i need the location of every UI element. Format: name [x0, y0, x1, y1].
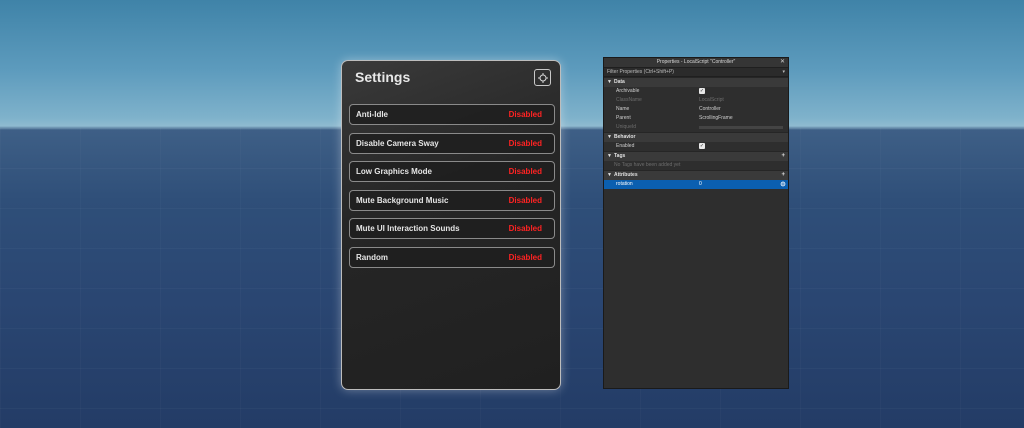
property-key: ClassName [616, 97, 642, 103]
attribute-value[interactable]: 0 [699, 180, 702, 189]
property-key: Archivable [616, 88, 640, 94]
properties-titlebar[interactable]: Properties - LocalScript "Controller" ✕ [604, 58, 788, 68]
setting-status: Disabled [508, 110, 542, 119]
add-tag-icon[interactable]: + [781, 152, 785, 161]
collapse-triangle-icon[interactable]: ▼ [607, 171, 612, 180]
property-row-parent[interactable]: Parent ScrollingFrame [604, 114, 788, 123]
section-label: Tags [614, 153, 626, 159]
filter-placeholder: Filter Properties (Ctrl+Shift+P) [607, 69, 674, 75]
properties-window: Properties - LocalScript "Controller" ✕ … [603, 57, 789, 389]
setting-label: Low Graphics Mode [356, 167, 433, 176]
collapse-triangle-icon[interactable]: ▼ [607, 78, 612, 87]
setting-label: Random [356, 252, 388, 262]
add-attribute-icon[interactable]: + [781, 171, 785, 180]
gear-icon[interactable] [780, 181, 786, 187]
settings-list: Anti-Idle Disabled Disable Camera Sway D… [349, 104, 555, 275]
archivable-checkbox[interactable]: ✓ [699, 88, 705, 94]
setting-status: Disabled [508, 167, 542, 176]
setting-toggle-low-graphics-mode[interactable]: Low Graphics Mode Disabled [349, 161, 555, 182]
section-label: Behavior [614, 134, 636, 140]
setting-label: Mute UI Interaction Sounds [356, 224, 460, 233]
section-data[interactable]: ▼ Data [604, 77, 788, 87]
property-key: Enabled [616, 143, 635, 149]
property-row-archivable[interactable]: Archivable ✓ [604, 87, 788, 96]
crosshair-button[interactable] [534, 69, 551, 86]
attribute-row-rotation[interactable]: rotation 0 [604, 180, 788, 189]
property-row-enabled[interactable]: Enabled ✓ [604, 142, 788, 151]
section-behavior[interactable]: ▼ Behavior [604, 132, 788, 142]
setting-toggle-mute-ui-sounds[interactable]: Mute UI Interaction Sounds Disabled [349, 218, 555, 239]
setting-status: Disabled [508, 195, 542, 205]
property-value[interactable]: ScrollingFrame [699, 114, 733, 123]
property-row-uniqueid: UniqueId [604, 123, 788, 132]
settings-panel: Settings Anti-Idle Disabled Disable Came… [341, 60, 561, 390]
setting-toggle-random[interactable]: Random Disabled [349, 246, 555, 268]
property-value: LocalScript [699, 97, 724, 103]
setting-status: Disabled [508, 224, 542, 233]
property-row-classname: ClassName LocalScript [604, 96, 788, 105]
settings-title: Settings [355, 69, 411, 85]
property-value[interactable]: Controller [699, 105, 721, 114]
property-key: Parent [616, 115, 631, 121]
setting-status: Disabled [508, 252, 542, 262]
setting-label: Anti-Idle [356, 110, 388, 119]
chevron-down-icon[interactable]: ▾ [782, 68, 785, 76]
attribute-key: rotation [616, 181, 633, 187]
properties-title: Properties - LocalScript "Controller" [656, 59, 736, 65]
section-tags[interactable]: ▼ Tags + [604, 151, 788, 161]
close-icon[interactable]: ✕ [780, 58, 785, 67]
collapse-triangle-icon[interactable]: ▼ [607, 133, 612, 142]
property-row-name[interactable]: Name Controller [604, 105, 788, 114]
section-label: Data [614, 79, 625, 85]
enabled-checkbox[interactable]: ✓ [699, 143, 705, 149]
setting-label: Mute Background Music [356, 195, 449, 205]
setting-toggle-mute-background-music[interactable]: Mute Background Music Disabled [349, 189, 555, 211]
uniqueid-value-bar [699, 126, 783, 129]
crosshair-icon [537, 72, 548, 83]
property-key: Name [616, 106, 630, 112]
filter-properties-input[interactable]: Filter Properties (Ctrl+Shift+P) ▾ [604, 68, 788, 77]
section-label: Attributes [614, 172, 638, 178]
setting-status: Disabled [508, 138, 542, 148]
setting-toggle-anti-idle[interactable]: Anti-Idle Disabled [349, 104, 555, 125]
setting-label: Disable Camera Sway [356, 138, 439, 148]
section-attributes[interactable]: ▼ Attributes + [604, 170, 788, 180]
setting-toggle-disable-camera-sway[interactable]: Disable Camera Sway Disabled [349, 132, 555, 154]
tags-empty-note: No Tags have been added yet [614, 162, 681, 168]
collapse-triangle-icon[interactable]: ▼ [607, 152, 612, 161]
property-key: UniqueId [616, 124, 637, 130]
